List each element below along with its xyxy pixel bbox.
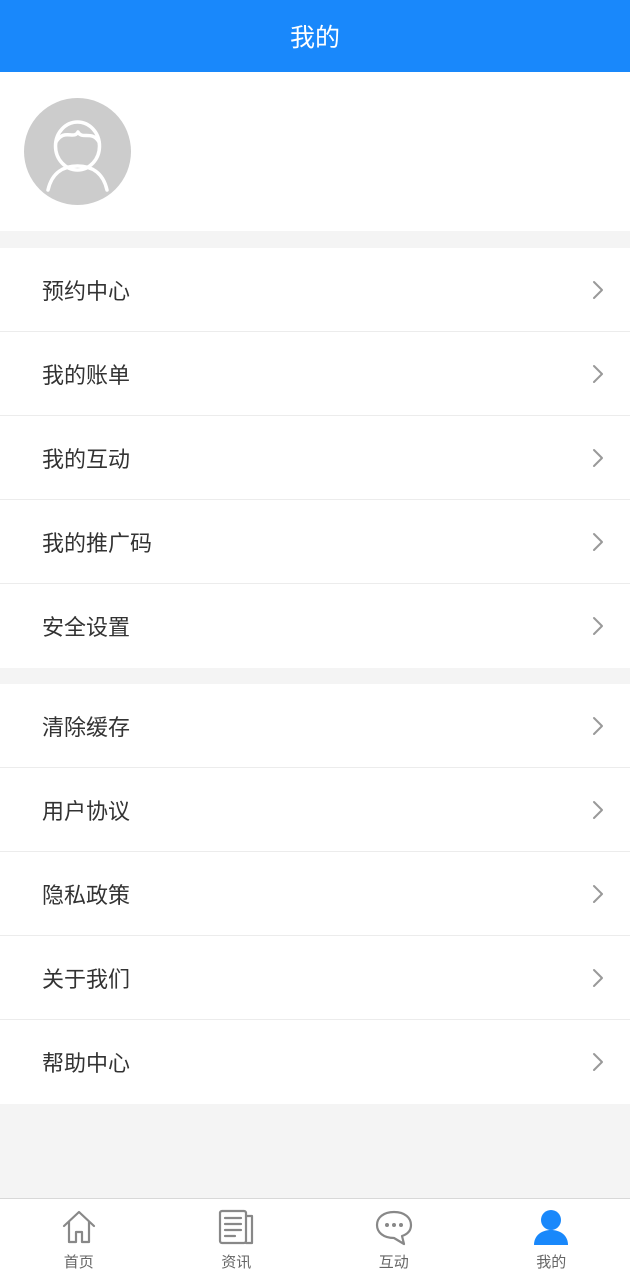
chat-icon	[374, 1207, 414, 1247]
chevron-right-icon	[590, 447, 606, 469]
menu-item-label: 隐私政策	[42, 883, 131, 909]
menu-item-appointment-center[interactable]: 预约中心	[0, 248, 630, 332]
menu-item-my-bills[interactable]: 我的账单	[0, 332, 630, 416]
tab-label: 资讯	[221, 1253, 252, 1271]
tab-home[interactable]: 首页	[0, 1199, 158, 1280]
menu-item-label: 安全设置	[42, 616, 131, 641]
bottom-tab-bar: 首页 资讯 互动 我的	[0, 1198, 630, 1280]
chevron-right-icon	[590, 1051, 606, 1073]
tab-label: 我的	[536, 1253, 567, 1271]
page-title: 我的	[289, 23, 340, 52]
menu-group-system: 清除缓存 用户协议 隐私政策 关于我们 帮助中心	[0, 684, 630, 1104]
home-icon	[59, 1207, 99, 1247]
avatar[interactable]	[24, 98, 131, 205]
user-icon	[531, 1207, 571, 1247]
menu-group-account: 预约中心 我的账单 我的互动 我的推广码 安全设置	[0, 248, 630, 668]
menu-item-label: 我的互动	[42, 447, 131, 473]
menu-item-help-center[interactable]: 帮助中心	[0, 1020, 630, 1104]
tab-label: 首页	[63, 1253, 94, 1271]
menu-item-label: 我的账单	[42, 363, 131, 389]
menu-item-label: 关于我们	[42, 967, 131, 993]
menu-item-promo-code[interactable]: 我的推广码	[0, 500, 630, 584]
menu-item-label: 清除缓存	[42, 715, 131, 741]
app-screen: 我的 预约中心 我的账单 我的互动 我的推广码 安全设置 清除缓存 用户协议 隐…	[0, 0, 630, 1280]
menu-item-user-agreement[interactable]: 用户协议	[0, 768, 630, 852]
profile-section	[0, 72, 630, 231]
menu-item-about-us[interactable]: 关于我们	[0, 936, 630, 1020]
default-avatar-icon	[46, 120, 109, 192]
chevron-right-icon	[590, 883, 606, 905]
menu-item-label: 帮助中心	[42, 1052, 131, 1077]
chevron-right-icon	[590, 279, 606, 301]
chevron-right-icon	[590, 799, 606, 821]
menu-item-security-settings[interactable]: 安全设置	[0, 584, 630, 668]
menu-item-label: 我的推广码	[42, 531, 153, 557]
top-bar: 我的	[0, 0, 630, 72]
menu-item-label: 用户协议	[42, 799, 131, 825]
tab-interact[interactable]: 互动	[315, 1199, 473, 1280]
news-icon	[216, 1207, 256, 1247]
tab-mine[interactable]: 我的	[473, 1199, 630, 1280]
chevron-right-icon	[590, 715, 606, 737]
menu-item-my-interactions[interactable]: 我的互动	[0, 416, 630, 500]
menu-item-clear-cache[interactable]: 清除缓存	[0, 684, 630, 768]
menu-item-label: 预约中心	[42, 279, 131, 305]
chevron-right-icon	[590, 531, 606, 553]
tab-news[interactable]: 资讯	[158, 1199, 316, 1280]
chevron-right-icon	[590, 615, 606, 637]
chevron-right-icon	[590, 363, 606, 385]
tab-label: 互动	[378, 1253, 409, 1271]
menu-item-privacy-policy[interactable]: 隐私政策	[0, 852, 630, 936]
chevron-right-icon	[590, 967, 606, 989]
